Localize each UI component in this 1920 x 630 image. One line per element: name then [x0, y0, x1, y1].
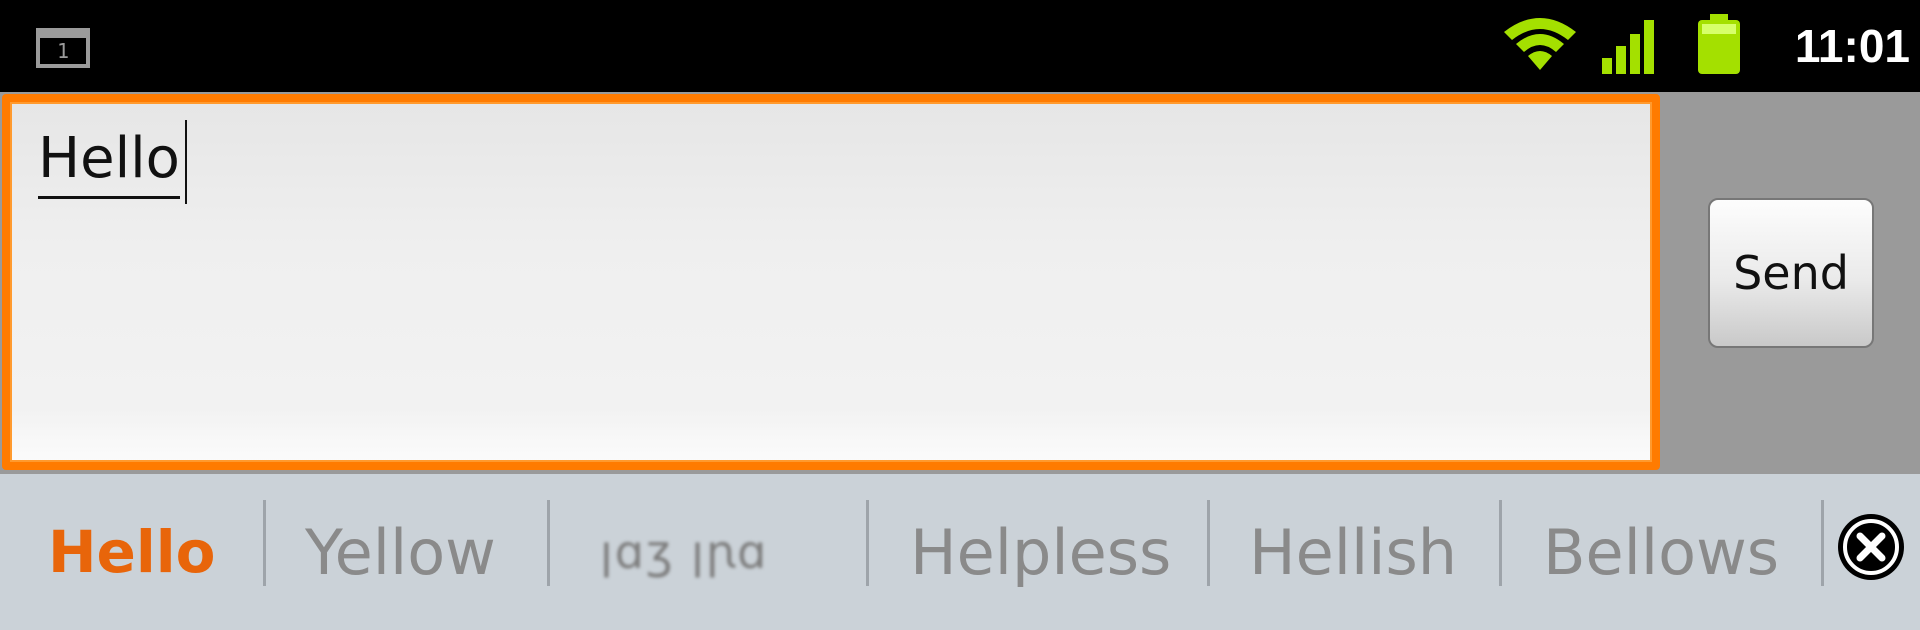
suggestion-item-helpless[interactable]: Helpless — [910, 474, 1171, 630]
close-icon[interactable] — [1834, 510, 1908, 584]
message-input[interactable]: Hello — [2, 94, 1660, 470]
signal-icon — [1602, 20, 1654, 74]
notification-icon[interactable]: 1 — [36, 28, 90, 68]
message-text: Hello — [38, 124, 180, 199]
suggestion-strip: Hello Yellow ꞁɑʒ ꞁꞃɑ Helpless Hellish Be… — [0, 474, 1920, 630]
suggestion-item-bellows[interactable]: Bellows — [1543, 474, 1779, 630]
suggestion-item-hello[interactable]: Hello — [48, 474, 216, 630]
suggestion-item-garbled[interactable]: ꞁɑʒ ꞁꞃɑ — [600, 474, 768, 630]
wifi-icon — [1504, 18, 1576, 70]
text-cursor — [185, 120, 187, 204]
suggestion-divider — [1207, 500, 1210, 586]
suggestion-item-yellow[interactable]: Yellow — [305, 474, 496, 630]
compose-row: Hello Send — [0, 92, 1920, 474]
suggestion-item-hellish[interactable]: Hellish — [1249, 474, 1457, 630]
battery-icon — [1698, 14, 1740, 74]
suggestion-divider — [866, 500, 869, 586]
suggestion-divider — [1499, 500, 1502, 586]
suggestion-divider — [1821, 500, 1824, 586]
clock: 11:01 — [1794, 20, 1910, 72]
status-bar: 1 11:01 — [0, 0, 1920, 92]
suggestion-divider — [547, 500, 550, 586]
suggestion-divider — [263, 500, 266, 586]
send-button[interactable]: Send — [1708, 198, 1874, 348]
notification-count: 1 — [56, 39, 70, 63]
